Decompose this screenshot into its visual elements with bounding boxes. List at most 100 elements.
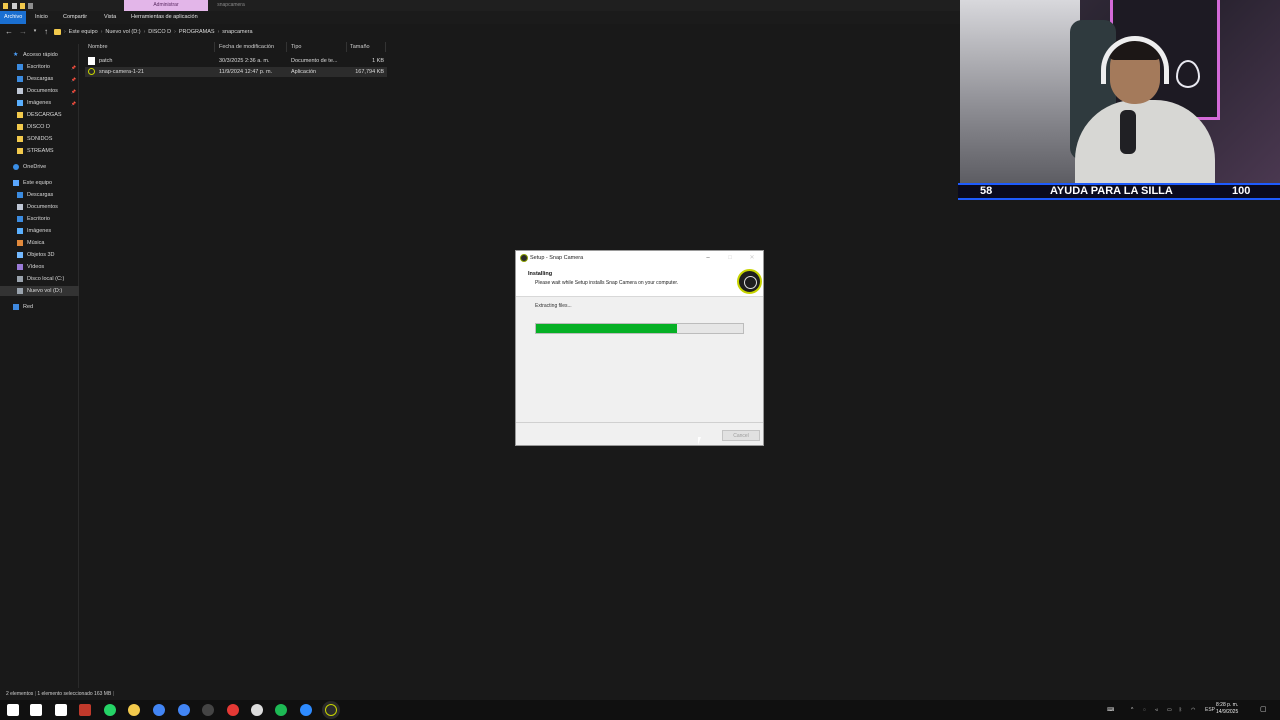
file-row[interactable]: patch 30/3/2025 2:36 a. m. Documento de …: [85, 56, 387, 66]
status-bar: 2 elementos | 1 elemento seleccionado 16…: [6, 691, 114, 697]
clock[interactable]: 8:28 p. m. 14/9/2025: [1216, 702, 1238, 716]
snap-camera-icon: [88, 68, 95, 75]
chevron-up-icon[interactable]: ^: [1131, 700, 1133, 720]
nav-network[interactable]: Red: [0, 302, 79, 312]
webcam-overlay: [960, 0, 1280, 183]
nav-item[interactable]: Objetos 3D: [0, 250, 79, 260]
tab-compartir[interactable]: Compartir: [59, 11, 91, 24]
usb-icon[interactable]: ▭: [1167, 700, 1172, 720]
obs-icon[interactable]: [202, 704, 214, 716]
ribbon-tabs: Archivo Inicio Compartir Vista Herramien…: [0, 11, 960, 24]
folder-icon: [17, 148, 23, 154]
windows-start-icon[interactable]: [7, 704, 19, 716]
chrome-icon[interactable]: [178, 704, 190, 716]
window-title: snapcamera: [217, 2, 245, 8]
documents-icon: [17, 88, 23, 94]
nav-item[interactable]: Documentos: [0, 202, 79, 212]
breadcrumb-item[interactable]: PROGRAMAS: [179, 29, 215, 35]
breadcrumb-item[interactable]: Este equipo: [69, 29, 98, 35]
nav-quick-access[interactable]: ★ Acceso rápido: [0, 50, 79, 60]
nav-item[interactable]: Vídeos: [0, 262, 79, 272]
tab-herramientas-de-aplicacion[interactable]: Herramientas de aplicación: [127, 11, 202, 24]
nav-item[interactable]: Imágenes: [0, 226, 79, 236]
setup-dialog: Setup - Snap Camera – □ ✕ Installing Ple…: [515, 250, 764, 446]
nav-item[interactable]: Documentos 📌: [0, 86, 79, 96]
forward-icon[interactable]: →: [19, 27, 27, 36]
new-folder-icon[interactable]: [20, 3, 25, 9]
record-icon[interactable]: [227, 704, 239, 716]
column-header-name[interactable]: Nombre: [86, 42, 215, 52]
up-icon[interactable]: ↑: [42, 27, 50, 36]
chrome-icon[interactable]: [153, 704, 165, 716]
pictures-icon: [17, 228, 23, 234]
breadcrumb-item[interactable]: Nuevo vol (D:): [105, 29, 140, 35]
back-icon[interactable]: ←: [5, 27, 13, 36]
app-icon[interactable]: [251, 704, 263, 716]
nav-item[interactable]: Escritorio: [0, 214, 79, 224]
snap-camera-icon[interactable]: [325, 704, 337, 716]
folder-icon: [17, 112, 23, 118]
dialog-title: Setup - Snap Camera: [530, 255, 584, 261]
star-icon: ★: [13, 52, 19, 58]
nav-item[interactable]: Nuevo vol (D:): [0, 286, 79, 296]
pin-icon: 📌: [71, 76, 76, 82]
selection-info: 1 elemento seleccionado 163 MB: [37, 691, 112, 697]
task-view-icon[interactable]: [55, 704, 67, 716]
column-header-type[interactable]: Tipo: [289, 42, 347, 52]
nav-item[interactable]: SONIDOS: [0, 134, 79, 144]
install-progress-bar: [535, 323, 744, 334]
nav-item[interactable]: STREAMS: [0, 146, 79, 156]
keyboard-icon[interactable]: ⌨: [1107, 700, 1114, 720]
nav-item[interactable]: DISCO D: [0, 122, 79, 132]
nav-item[interactable]: Disco local (C:): [0, 274, 79, 284]
breadcrumb-item[interactable]: snapcamera: [222, 29, 252, 35]
nav-item[interactable]: Descargas 📌: [0, 74, 79, 84]
whatsapp-icon[interactable]: [104, 704, 116, 716]
videos-icon: [17, 264, 23, 270]
app-icon[interactable]: [79, 704, 91, 716]
network-icon: [13, 304, 19, 310]
spotify-icon[interactable]: [275, 704, 287, 716]
folder-icon: [3, 3, 8, 9]
dialog-subheading: Please wait while Setup installs Snap Ca…: [535, 280, 679, 286]
alien-logo-icon: [1176, 60, 1200, 88]
properties-icon[interactable]: [12, 3, 17, 9]
wifi-icon[interactable]: ◠: [1191, 700, 1195, 720]
goal-bar: 58 AYUDA PARA LA SILLA 100: [958, 183, 1280, 200]
mouse-cursor: [698, 437, 701, 445]
nav-onedrive[interactable]: OneDrive: [0, 162, 79, 172]
volume-icon[interactable]: ◃: [1155, 700, 1158, 720]
search-icon[interactable]: [30, 704, 42, 716]
cancel-button: Cancel: [722, 430, 760, 441]
tab-archivo[interactable]: Archivo: [0, 11, 27, 24]
desktop-icon: [17, 216, 23, 222]
bluetooth-icon[interactable]: ᛒ: [1179, 700, 1182, 720]
column-header-modified[interactable]: Fecha de modificación: [217, 42, 287, 52]
notifications-icon[interactable]: ▢: [1260, 700, 1267, 720]
nav-item[interactable]: Imágenes 📌: [0, 98, 79, 108]
app-icon[interactable]: [300, 704, 312, 716]
breadcrumb[interactable]: › Este equipo › Nuevo vol (D:) › DISCO D…: [54, 26, 253, 37]
column-header-size[interactable]: Tamaño: [348, 42, 386, 52]
language-indicator[interactable]: ESP: [1205, 700, 1215, 720]
close-icon: ✕: [749, 255, 755, 261]
file-explorer-icon[interactable]: [128, 704, 140, 716]
chevron-down-icon[interactable]: ▾: [31, 27, 39, 36]
network-icon[interactable]: ◌: [1143, 700, 1146, 720]
tab-administrar[interactable]: Administrar: [124, 0, 208, 11]
nav-item[interactable]: Escritorio 📌: [0, 62, 79, 72]
nav-this-pc[interactable]: Este equipo: [0, 178, 79, 188]
breadcrumb-item[interactable]: DISCO D: [148, 29, 171, 35]
undo-icon[interactable]: [28, 3, 33, 9]
minimize-icon[interactable]: –: [700, 251, 716, 265]
file-row[interactable]: snap-camera-1-21 11/9/2024 12:47 p. m. A…: [85, 67, 387, 77]
nav-item[interactable]: Música: [0, 238, 79, 248]
folder-icon: [54, 28, 61, 35]
cloud-icon: [13, 164, 19, 170]
tab-vista[interactable]: Vista: [100, 11, 120, 24]
dialog-heading: Installing: [528, 271, 553, 277]
nav-item[interactable]: Descargas: [0, 190, 79, 200]
nav-item[interactable]: DESCARGAS: [0, 110, 79, 120]
tab-inicio[interactable]: Inicio: [31, 11, 52, 24]
dialog-titlebar: Setup - Snap Camera – □ ✕: [516, 251, 763, 265]
